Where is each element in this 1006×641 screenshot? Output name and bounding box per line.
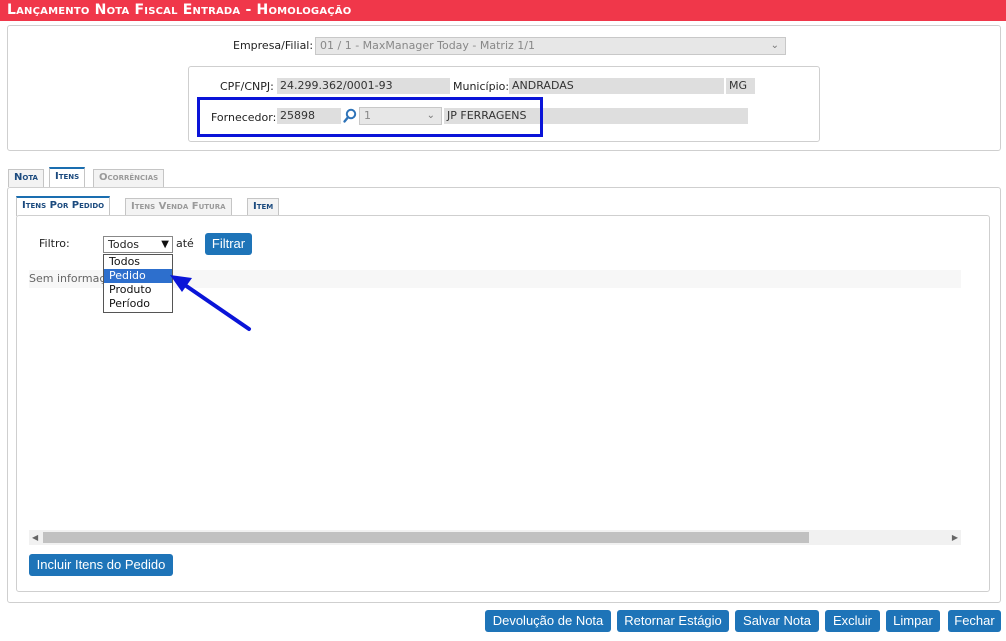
filtro-select[interactable]: Todos ▼	[103, 236, 173, 253]
fechar-button[interactable]: Fechar	[948, 610, 1001, 632]
retornar-estagio-button[interactable]: Retornar Estágio	[617, 610, 729, 632]
filtro-option-periodo[interactable]: Período	[104, 297, 172, 311]
filtro-option-produto[interactable]: Produto	[104, 283, 172, 297]
tab-itens[interactable]: Itens	[49, 167, 86, 187]
excluir-button[interactable]: Excluir	[825, 610, 880, 632]
subtab-item[interactable]: Item	[247, 198, 280, 216]
chevron-down-icon: ⌄	[770, 40, 779, 51]
fornecedor-highlight-box	[197, 97, 543, 137]
scroll-right-icon[interactable]: ▶	[952, 530, 958, 545]
filtro-dropdown: Todos Pedido Produto Período	[103, 254, 173, 313]
subtab-itens-por-pedido[interactable]: Itens Por Pedido	[16, 196, 111, 216]
subtab-itens-venda-futura[interactable]: Itens Venda Futura	[125, 198, 232, 216]
devolucao-nota-button[interactable]: Devolução de Nota	[485, 610, 611, 632]
tab-ocorrencias[interactable]: Ocorrências	[93, 169, 165, 187]
municipio-field[interactable]: ANDRADAS	[509, 78, 724, 94]
filtro-selected-value: Todos	[108, 238, 140, 251]
empresa-select[interactable]: 01 / 1 - MaxManager Today - Matriz 1/1 ⌄	[315, 37, 786, 55]
limpar-button[interactable]: Limpar	[886, 610, 940, 632]
empresa-value: 01 / 1 - MaxManager Today - Matriz 1/1	[320, 39, 535, 52]
salvar-nota-button[interactable]: Salvar Nota	[735, 610, 819, 632]
filtrar-button[interactable]: Filtrar	[205, 233, 252, 255]
municipio-label: Município:	[453, 80, 510, 93]
window-title: Lançamento Nota Fiscal Entrada - Homolog…	[0, 0, 1006, 21]
horizontal-scrollbar[interactable]: ◀ ▶	[29, 530, 961, 545]
uf-field[interactable]: MG	[726, 78, 755, 94]
filtro-label: Filtro:	[39, 237, 70, 250]
empresa-label: Empresa/Filial:	[233, 39, 314, 52]
cpf-label: CPF/CNPJ:	[220, 80, 274, 93]
filtro-option-todos[interactable]: Todos	[104, 255, 172, 269]
tab-nota[interactable]: Nota	[8, 169, 44, 187]
cpf-field[interactable]: 24.299.362/0001-93	[277, 78, 450, 94]
ate-label: até	[176, 237, 194, 250]
annotation-arrow-icon	[170, 275, 251, 331]
filtro-option-pedido[interactable]: Pedido	[104, 269, 172, 283]
scrollbar-thumb[interactable]	[43, 532, 809, 543]
chevron-down-icon: ▼	[161, 239, 169, 250]
scroll-left-icon[interactable]: ◀	[32, 530, 38, 545]
incluir-itens-pedido-button[interactable]: Incluir Itens do Pedido	[29, 554, 173, 576]
